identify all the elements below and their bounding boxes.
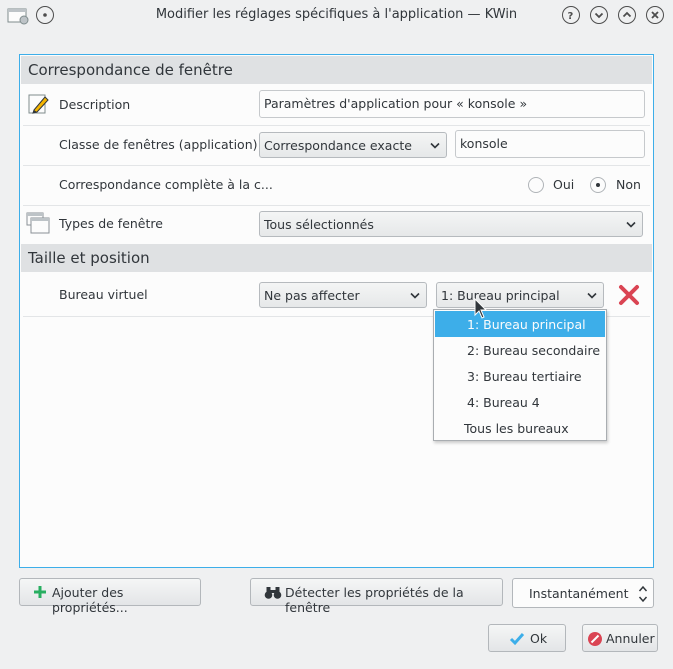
- close-button[interactable]: [646, 6, 664, 24]
- svg-text:?: ?: [568, 11, 574, 20]
- checkmark-icon: [509, 633, 525, 646]
- help-button[interactable]: ?: [562, 6, 580, 24]
- full-match-label: Correspondance complète à la c...: [59, 177, 273, 192]
- full-match-no-label[interactable]: Non: [616, 177, 641, 192]
- virtual-desktop-dropdown-list: 1: Bureau principal 2: Bureau secondaire…: [433, 309, 607, 441]
- virtual-desktop-value: 1: Bureau principal: [441, 288, 560, 303]
- window-types-label: Types de fenêtre: [59, 216, 163, 231]
- remove-icon[interactable]: [618, 284, 640, 306]
- window-class-input[interactable]: konsole: [455, 130, 645, 158]
- mouse-cursor-icon: [474, 298, 488, 319]
- virtual-desktop-policy-value: Ne pas affecter: [264, 288, 360, 303]
- cancel-icon: [588, 632, 602, 646]
- dropdown-item-desktop-3[interactable]: 3: Bureau tertiaire: [435, 363, 605, 389]
- section-window-matching: Correspondance de fenêtre: [21, 56, 652, 84]
- detect-properties-label: Détecter les propriétés de la fenêtre: [285, 585, 464, 615]
- row-window-types: Types de fenêtre Tous sélectionnés: [21, 204, 652, 244]
- chevron-down-icon: [410, 292, 420, 299]
- binoculars-icon: [264, 587, 282, 599]
- add-properties-button[interactable]: Ajouter des propriétés...: [19, 578, 201, 615]
- full-match-yes-label[interactable]: Oui: [553, 177, 574, 192]
- maximize-button[interactable]: [618, 6, 636, 24]
- row-description: Description Paramètres d'application pou…: [21, 85, 652, 125]
- ok-button[interactable]: Ok: [488, 624, 566, 652]
- add-properties-label: Ajouter des propriétés...: [52, 585, 128, 615]
- detect-mode-spinbox[interactable]: Instantanément: [512, 578, 654, 608]
- windows-icon: [26, 212, 50, 234]
- title-bar[interactable]: Modifier les réglages spécifiques à l'ap…: [0, 0, 673, 30]
- full-match-no-radio[interactable]: [590, 177, 606, 193]
- minimize-button[interactable]: [590, 6, 608, 24]
- virtual-desktop-policy-combo[interactable]: Ne pas affecter: [259, 282, 427, 308]
- chevron-down-icon: [587, 292, 597, 299]
- window-class-match-value: Correspondance exacte: [264, 138, 412, 153]
- dropdown-item-desktop-2[interactable]: 2: Bureau secondaire: [435, 337, 605, 363]
- window-class-match-combo[interactable]: Correspondance exacte: [259, 132, 447, 158]
- spin-arrows-icon[interactable]: [638, 585, 648, 603]
- dropdown-item-all-desktops[interactable]: Tous les bureaux: [435, 415, 605, 441]
- virtual-desktop-combo[interactable]: 1: Bureau principal: [436, 282, 604, 308]
- description-input[interactable]: Paramètres d'application pour « konsole …: [259, 90, 645, 118]
- row-window-class: Classe de fenêtres (application) Corresp…: [21, 125, 652, 165]
- detect-properties-button[interactable]: Détecter les propriétés de la fenêtre: [250, 578, 503, 615]
- dropdown-item-desktop-4[interactable]: 4: Bureau 4: [435, 389, 605, 415]
- window-types-combo[interactable]: Tous sélectionnés: [259, 211, 643, 237]
- dropdown-item-desktop-1[interactable]: 1: Bureau principal: [435, 311, 605, 337]
- description-label: Description: [59, 97, 131, 112]
- row-full-match: Correspondance complète à la c... Oui No…: [21, 165, 652, 205]
- window-class-label: Classe de fenêtres (application): [59, 137, 258, 152]
- cancel-label: Annuler: [606, 631, 655, 646]
- detect-mode-value: Instantanément: [529, 586, 629, 601]
- cancel-button[interactable]: Annuler: [582, 624, 658, 652]
- full-match-yes-radio[interactable]: [528, 177, 544, 193]
- plus-icon: [34, 586, 46, 598]
- pencil-icon: [28, 94, 49, 114]
- virtual-desktop-label: Bureau virtuel: [59, 287, 148, 302]
- window-types-value: Tous sélectionnés: [264, 217, 374, 232]
- chevron-down-icon: [626, 221, 636, 228]
- section-size-position: Taille et position: [21, 244, 652, 272]
- chevron-down-icon: [430, 142, 440, 149]
- ok-label: Ok: [530, 631, 548, 646]
